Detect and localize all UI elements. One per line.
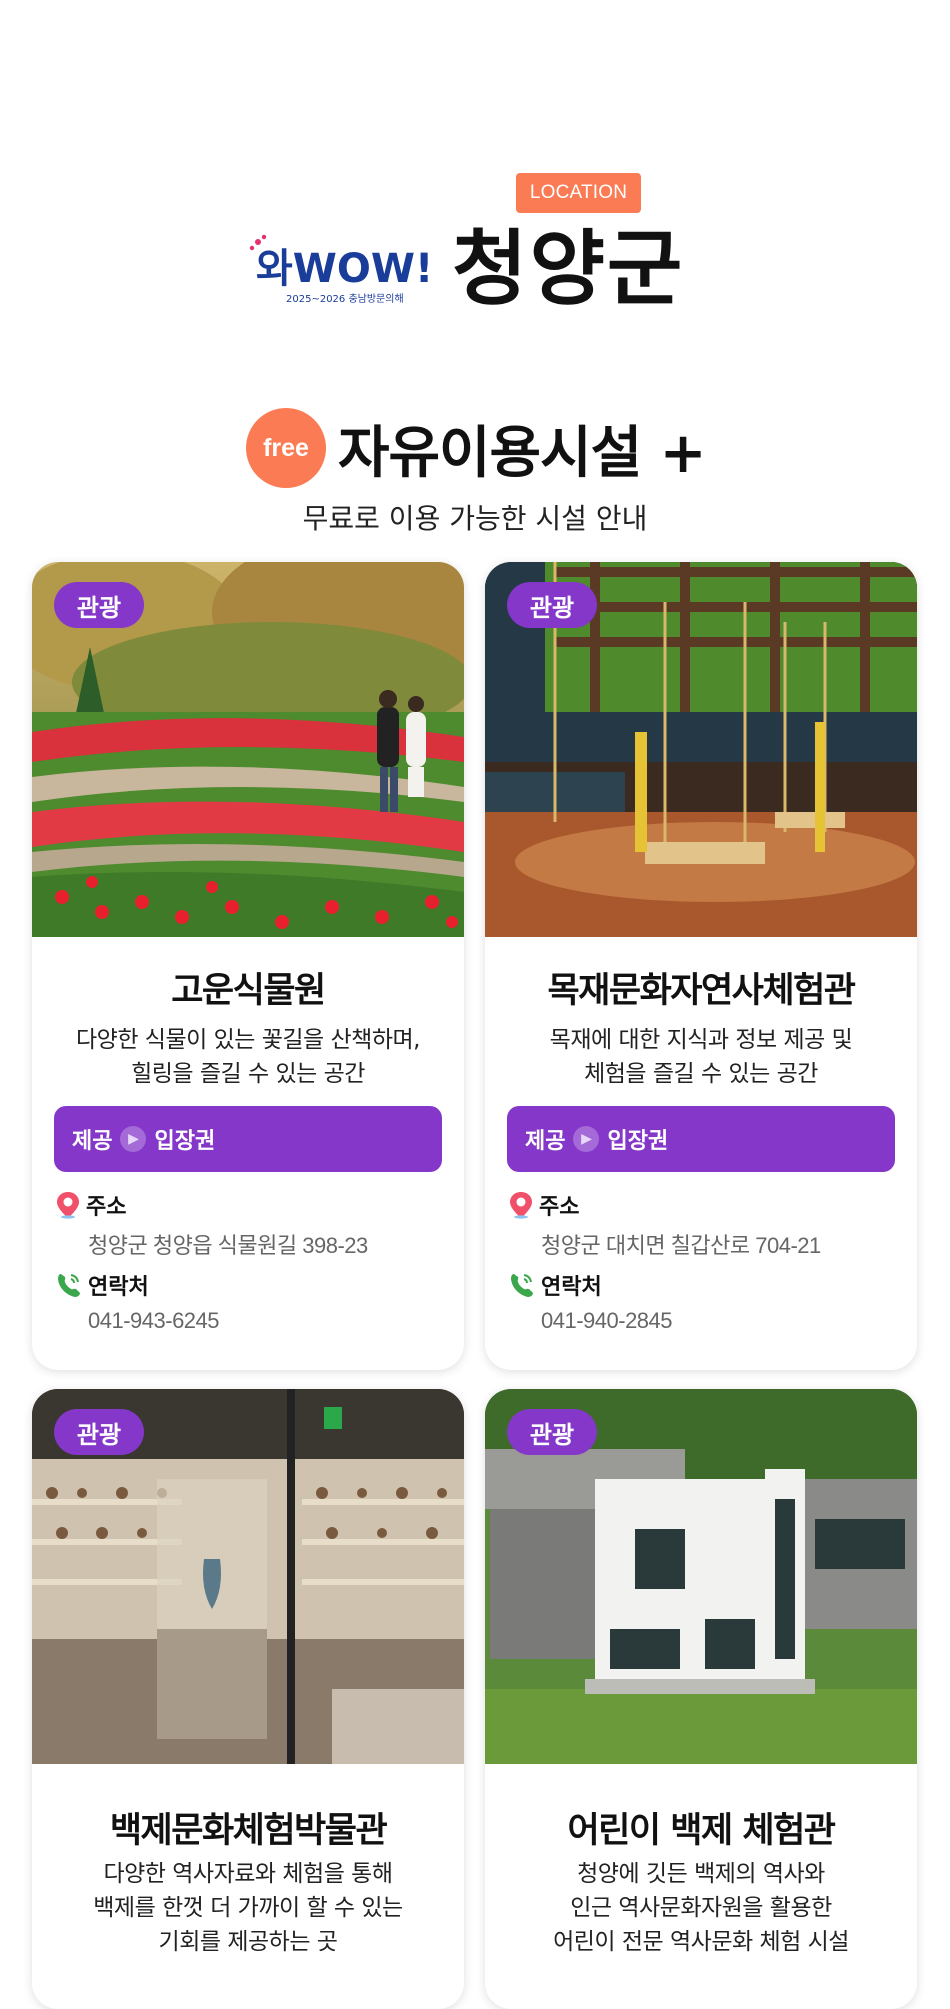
region-title: 청양군 — [452, 222, 685, 317]
facility-card[interactable]: 관광 고운식물원 다양한 식물이 있는 꽃길을 산책하며, 힐링을 즐길 수 있… — [32, 562, 464, 1370]
category-tag: 관광 — [507, 582, 597, 628]
facility-title: 목재문화자연사체험관 — [547, 971, 856, 1011]
facility-description: 다양한 역사자료와 체험을 통해 백제를 한껏 더 가까이 할 수 있는 기회를… — [32, 1857, 464, 1959]
description-line: 다양한 식물이 있는 꽃길을 산책하며, — [76, 1027, 420, 1053]
address-label-row: 주소 — [56, 1190, 126, 1220]
phone-value[interactable]: 041-943-6245 — [88, 1308, 220, 1334]
category-tag: 관광 — [54, 582, 144, 628]
facility-card[interactable]: 관광 어린이 백제 체험관 청양에 깃든 백제의 역사와 인근 역사문화자원을 … — [485, 1389, 917, 2009]
description-line: 기회를 제공하는 곳 — [158, 1929, 338, 1955]
category-tag: 관광 — [507, 1409, 597, 1455]
description-line: 백제를 한껏 더 가까이 할 수 있는 — [93, 1895, 403, 1921]
phone-label-row: 연락처 — [56, 1270, 149, 1300]
section-heading: free 자유이용시설 + — [246, 404, 707, 492]
address-value: 청양군 대치면 칠갑산로 704-21 — [541, 1233, 821, 1258]
description-line: 어린이 전문 역사문화 체험 시설 — [553, 1929, 849, 1955]
phone-label-row: 연락처 — [509, 1270, 602, 1300]
location-badge: LOCATION — [516, 173, 641, 213]
facility-description: 청양에 깃든 백제의 역사와 인근 역사문화자원을 활용한 어린이 전문 역사문… — [485, 1857, 917, 1959]
category-tag: 관광 — [54, 1409, 144, 1455]
facility-title: 어린이 백제 체험관 — [567, 1811, 836, 1851]
provide-label: 제공 — [72, 1129, 113, 1154]
description-line: 청양에 깃든 백제의 역사와 — [577, 1861, 825, 1887]
ticket-button[interactable]: 제공 ▶ 입장권 — [54, 1106, 442, 1172]
facility-title: 고운식물원 — [171, 971, 326, 1011]
description-line: 체험을 즐길 수 있는 공간 — [584, 1061, 818, 1087]
address-label: 주소 — [86, 1195, 127, 1220]
wow-logo: 와WOW! 2025~2026 충남방문의해 — [249, 234, 428, 305]
address-label: 주소 — [539, 1195, 580, 1220]
provide-label: 제공 — [525, 1129, 566, 1154]
chevron-right-icon: ▶ — [120, 1126, 147, 1152]
facility-description: 목재에 대한 지식과 정보 제공 및 체험을 즐길 수 있는 공간 — [485, 1023, 917, 1091]
description-line: 목재에 대한 지식과 정보 제공 및 — [549, 1027, 853, 1053]
section-title: 자유이용시설 + — [338, 420, 707, 486]
address-label-row: 주소 — [509, 1190, 579, 1220]
section-subtitle: 무료로 이용 가능한 시설 안내 — [302, 502, 648, 535]
facility-card[interactable]: 관광 백제문화체험박물관 다양한 역사자료와 체험을 통해 백제를 한껏 더 가… — [32, 1389, 464, 2009]
chevron-right-icon: ▶ — [573, 1126, 600, 1152]
location-pin-icon — [510, 1192, 532, 1219]
facility-card[interactable]: 관광 목재문화자연사체험관 목재에 대한 지식과 정보 제공 및 체험을 즐길 … — [485, 562, 917, 1370]
location-pin-icon — [57, 1192, 79, 1219]
phone-label: 연락처 — [88, 1275, 149, 1300]
ticket-button[interactable]: 제공 ▶ 입장권 — [507, 1106, 895, 1172]
ticket-label: 입장권 — [607, 1129, 669, 1154]
description-line: 인근 역사문화자원을 활용한 — [570, 1895, 832, 1921]
phone-label: 연락처 — [541, 1275, 602, 1300]
free-badge: free — [246, 408, 326, 488]
ticket-label: 입장권 — [154, 1129, 216, 1154]
phone-icon — [511, 1274, 533, 1297]
phone-value[interactable]: 041-940-2845 — [541, 1308, 673, 1334]
facility-title: 백제문화체험박물관 — [109, 1811, 388, 1851]
phone-icon — [58, 1274, 80, 1297]
address-value: 청양군 청양읍 식물원길 398-23 — [88, 1233, 368, 1258]
logo-subtext: 2025~2026 충남방문의해 — [286, 292, 404, 305]
logo-text: 와WOW! — [256, 246, 428, 292]
facility-description: 다양한 식물이 있는 꽃길을 산책하며, 힐링을 즐길 수 있는 공간 — [32, 1023, 464, 1091]
description-line: 다양한 역사자료와 체험을 통해 — [103, 1861, 393, 1887]
description-line: 힐링을 즐길 수 있는 공간 — [131, 1061, 365, 1087]
